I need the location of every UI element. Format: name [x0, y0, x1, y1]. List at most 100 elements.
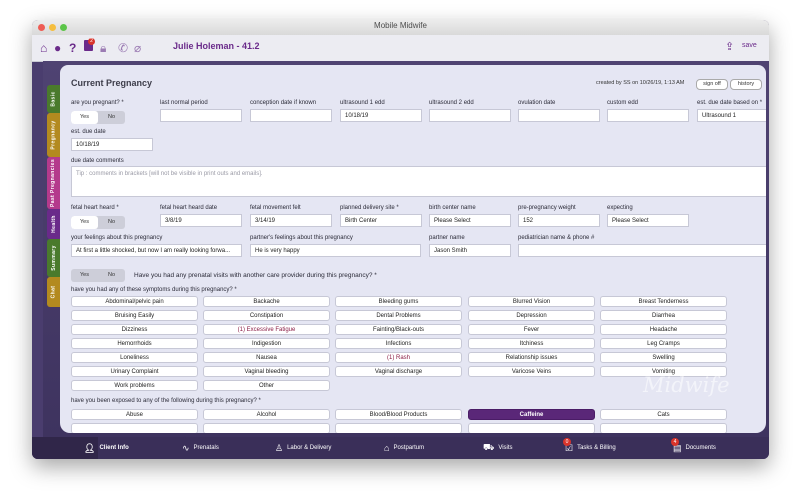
window-title: Mobile Midwife	[374, 21, 427, 30]
symptom-chip[interactable]: Headache	[600, 324, 727, 335]
fetal-movement-field[interactable]: 3/14/19	[250, 214, 332, 227]
tab-postpartum[interactable]: ⌂ Postpartum	[384, 437, 424, 459]
est-due-date-field[interactable]: 10/18/19	[71, 138, 153, 151]
symptom-chip[interactable]: Fainting/Black-outs	[335, 324, 462, 335]
symptom-chip[interactable]: (1) Rash	[335, 352, 462, 363]
symptom-chip[interactable]: Breast Tenderness	[600, 296, 727, 307]
conception-date-field[interactable]	[250, 109, 332, 122]
no-option[interactable]: No	[98, 216, 125, 229]
symptom-chip[interactable]: Fever	[468, 324, 595, 335]
symptom-chip[interactable]: Varicose Veins	[468, 366, 595, 377]
symptom-chip[interactable]: Other	[203, 380, 330, 391]
exposure-question: have you been exposed to any of the foll…	[71, 398, 261, 404]
document-icon: ▤ 4	[671, 437, 682, 453]
paperclip-icon[interactable]: ⌀	[134, 41, 141, 55]
symptom-chip[interactable]: (1) Excessive Fatigue	[203, 324, 330, 335]
chat-icon[interactable]: ●	[54, 41, 61, 55]
symptom-chip[interactable]: Depression	[468, 310, 595, 321]
tab-documents[interactable]: ▤ 4 Documents	[671, 437, 716, 459]
tab-prenatals[interactable]: ∿ Prenatals	[182, 437, 219, 459]
symptom-chip[interactable]: Work problems	[71, 380, 198, 391]
fetal-heart-heard-toggle[interactable]: Yes No	[71, 216, 125, 229]
symptom-chip[interactable]: Leg Cramps	[600, 338, 727, 349]
prenatal-visits-question: Have you had any prenatal visits with an…	[134, 272, 377, 279]
custom-edd-field[interactable]	[607, 109, 689, 122]
prenatal-visits-toggle[interactable]: Yes No	[71, 269, 125, 282]
flag-icon[interactable]: 2	[84, 38, 95, 54]
exposure-chip[interactable]: Abuse	[71, 409, 198, 420]
edd-based-on-select[interactable]: Ultrasound 1	[697, 109, 766, 122]
no-option[interactable]: No	[98, 269, 125, 282]
exposure-chip[interactable]: Alcohol	[203, 409, 330, 420]
last-normal-period-label: last normal period	[160, 100, 208, 106]
pediatrician-field[interactable]	[518, 244, 766, 257]
side-tab-health[interactable]: Health	[47, 209, 60, 239]
fetal-heart-date-field[interactable]: 3/8/19	[160, 214, 242, 227]
symptom-chip[interactable]: Infections	[335, 338, 462, 349]
symptom-chip[interactable]: Indigestion	[203, 338, 330, 349]
ultrasound-2-edd-field[interactable]	[429, 109, 511, 122]
car-icon: ⛟	[483, 442, 495, 452]
symptom-chip[interactable]: Backache	[203, 296, 330, 307]
symptom-chip[interactable]: Loneliness	[71, 352, 198, 363]
share-icon[interactable]: ⇪	[725, 40, 734, 53]
symptom-chip[interactable]: Constipation	[203, 310, 330, 321]
feelings-field[interactable]: At first a little shocked, but now I am …	[71, 244, 242, 257]
side-tab-pregnancy[interactable]: Pregnancy	[47, 113, 60, 157]
side-tab-basic[interactable]: Basic	[47, 85, 60, 113]
exposure-chip-partial[interactable]	[600, 423, 727, 433]
symptom-chip[interactable]: Urinary Complaint	[71, 366, 198, 377]
lock-icon[interactable]: 🔒︎	[100, 41, 106, 55]
ultrasound-1-edd-field[interactable]: 10/18/19	[340, 109, 422, 122]
expecting-select[interactable]: Please Select	[607, 214, 689, 227]
symptom-chip[interactable]: Swelling	[600, 352, 727, 363]
save-button[interactable]: save	[742, 42, 757, 49]
exposure-chip-partial[interactable]	[468, 423, 595, 433]
last-normal-period-field[interactable]	[160, 109, 242, 122]
symptom-chip[interactable]: Blurred Vision	[468, 296, 595, 307]
exposure-chip-partial[interactable]	[335, 423, 462, 433]
history-button[interactable]: history	[730, 79, 762, 90]
symptom-chip[interactable]: Diarrhea	[600, 310, 727, 321]
symptom-chip[interactable]: Dizziness	[71, 324, 198, 335]
no-option[interactable]: No	[98, 111, 125, 124]
exposure-chip[interactable]: Blood/Blood Products	[335, 409, 462, 420]
symptom-chip[interactable]: Itchiness	[468, 338, 595, 349]
symptom-chip[interactable]: Vaginal bleeding	[203, 366, 330, 377]
side-tab-summary[interactable]: Summary	[47, 239, 60, 277]
tab-client-info[interactable]: 👤︎ Client Info	[84, 437, 129, 459]
exposure-chip-partial[interactable]	[71, 423, 198, 433]
exposure-chip[interactable]: Cats	[600, 409, 727, 420]
exposure-chip-partial[interactable]	[203, 423, 330, 433]
tab-visits[interactable]: ⛟ Visits	[483, 437, 513, 459]
help-icon[interactable]: ?	[69, 41, 76, 55]
are-you-pregnant-toggle[interactable]: Yes No	[71, 111, 125, 124]
yes-option[interactable]: Yes	[71, 216, 98, 229]
symptom-chip[interactable]: Relationship issues	[468, 352, 595, 363]
sign-off-button[interactable]: sign off	[696, 79, 728, 90]
symptom-chip[interactable]: Vaginal discharge	[335, 366, 462, 377]
tab-tasks-billing[interactable]: ☑ 0 Tasks & Billing	[563, 437, 616, 459]
symptom-chip[interactable]: Nausea	[203, 352, 330, 363]
tab-labor-delivery[interactable]: ♙ Labor & Delivery	[275, 437, 331, 459]
side-tab-chat[interactable]: Chat	[47, 277, 60, 307]
home-icon[interactable]: ⌂	[40, 41, 47, 55]
partner-name-field[interactable]: Jason Smith	[429, 244, 511, 257]
symptom-chip[interactable]: Dental Problems	[335, 310, 462, 321]
partner-feelings-field[interactable]: He is very happy	[250, 244, 421, 257]
exposure-chip[interactable]: Caffeine	[468, 409, 595, 420]
phone-icon[interactable]: ✆	[118, 41, 128, 55]
yes-option[interactable]: Yes	[71, 269, 98, 282]
symptom-chip[interactable]: Hemorrhoids	[71, 338, 198, 349]
symptom-chip[interactable]: Bleeding gums	[335, 296, 462, 307]
symptom-chip[interactable]: Abdominal/pelvic pain	[71, 296, 198, 307]
due-date-comments-field[interactable]: Tip : comments in brackets [will not be …	[71, 166, 766, 197]
symptom-chip[interactable]: Bruising Easily	[71, 310, 198, 321]
birth-center-name-select[interactable]: Please Select	[429, 214, 511, 227]
pre-pregnancy-weight-field[interactable]: 152	[518, 214, 600, 227]
planned-delivery-site-label: planned delivery site *	[340, 205, 399, 211]
yes-option[interactable]: Yes	[71, 111, 98, 124]
planned-delivery-site-select[interactable]: Birth Center	[340, 214, 422, 227]
side-tab-past-pregnancies[interactable]: Past Pregnancies	[47, 157, 60, 209]
ovulation-date-field[interactable]	[518, 109, 600, 122]
